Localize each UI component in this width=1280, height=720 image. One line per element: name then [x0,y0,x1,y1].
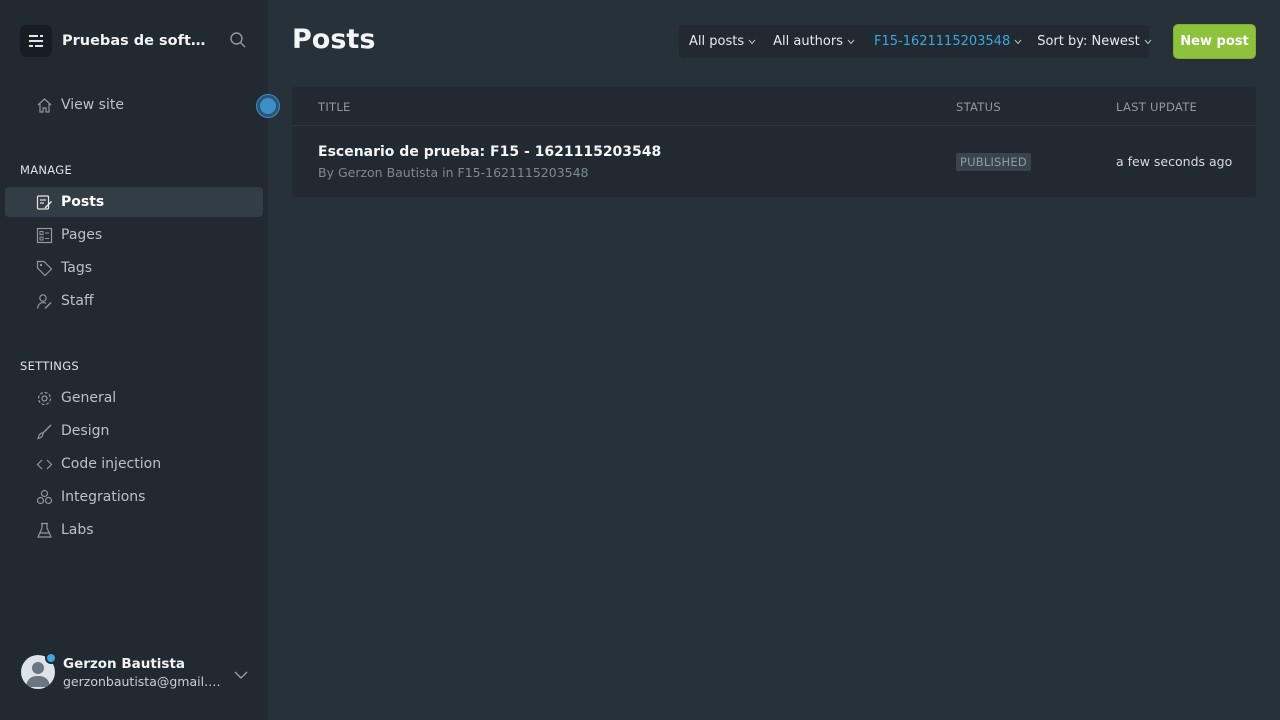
chevron-down-icon [748,39,756,44]
sidebar-item-staff[interactable]: Staff [5,286,263,316]
ghost-logo-icon [20,25,52,57]
sidebar-item-posts[interactable]: Posts [5,187,263,217]
brush-icon [36,423,53,440]
sidebar-item-label: Labs [61,522,94,538]
sidebar-item-general[interactable]: General [5,383,263,413]
table-row[interactable]: Escenario de prueba: F15 - 1621115203548… [292,126,1256,197]
sidebar-item-label: Posts [61,194,105,210]
post-meta: By Gerzon Bautista in F15-1621115203548 [318,165,589,180]
filter-bar: All posts All authors F15-1621115203548 … [679,25,1152,58]
view-site-link[interactable]: View site [5,90,263,120]
sidebar-item-label: Code injection [61,456,162,472]
page-title: Posts [292,24,376,55]
tag-filter-label: F15-1621115203548 [873,34,1011,49]
column-header-status: STATUS [956,100,1001,114]
sidebar-item-label: Design [61,423,110,439]
staff-icon [36,293,53,310]
notification-dot [45,652,57,664]
user-email: gerzonbautista@gmail.com [63,673,223,689]
last-update-value: a few seconds ago [1116,154,1233,169]
user-name: Gerzon Bautista [63,655,186,672]
settings-section-title: SETTINGS [20,359,80,373]
sidebar-item-design[interactable]: Design [5,416,263,446]
column-header-last-update: LAST UPDATE [1116,100,1198,114]
code-icon [36,456,53,473]
status-badge: PUBLISHED [956,153,1031,171]
home-icon [36,97,53,114]
sidebar-item-code-injection[interactable]: Code injection [5,449,263,479]
post-type-filter-label: All posts [689,34,745,49]
tag-filter[interactable]: F15-1621115203548 [855,25,1022,58]
sidebar-item-tags[interactable]: Tags [5,253,263,283]
post-title: Escenario de prueba: F15 - 1621115203548 [318,144,662,160]
post-type-filter[interactable]: All posts [679,25,756,58]
posts-icon [36,194,53,211]
brand[interactable]: Pruebas de softwa... [20,25,218,57]
chevron-down-icon[interactable] [234,665,248,679]
chevron-down-icon [1144,39,1152,44]
posts-table: TITLE STATUS LAST UPDATE Escenario de pr… [292,87,1256,197]
author-filter-label: All authors [773,34,843,49]
tour-indicator[interactable] [257,95,279,117]
view-site-label: View site [61,97,124,113]
sort-filter-label: Sort by: Newest [1037,34,1140,49]
sidebar-item-label: Tags [61,260,92,276]
chevron-down-icon [1014,39,1022,44]
site-title: Pruebas de softwa... [62,33,218,49]
sidebar-item-pages[interactable]: Pages [5,220,263,250]
author-filter[interactable]: All authors [756,25,855,58]
sidebar: Pruebas de softwa... View site MANAGE Po… [0,0,268,720]
flask-icon [36,522,53,539]
sidebar-item-label: Pages [61,227,103,243]
pages-icon [36,227,53,244]
tags-icon [36,260,53,277]
sidebar-item-labs[interactable]: Labs [5,515,263,545]
chevron-down-icon [847,39,855,44]
sidebar-item-label: Staff [61,293,94,309]
sidebar-item-integrations[interactable]: Integrations [5,482,263,512]
gear-icon [36,390,53,407]
sort-filter[interactable]: Sort by: Newest [1022,25,1152,58]
manage-section-title: MANAGE [20,163,73,177]
sidebar-item-label: General [61,390,117,406]
sidebar-item-label: Integrations [61,489,146,505]
new-post-button[interactable]: New post [1173,24,1256,59]
column-header-title: TITLE [318,100,351,114]
integrations-icon [36,489,53,506]
search-icon[interactable] [229,31,249,51]
